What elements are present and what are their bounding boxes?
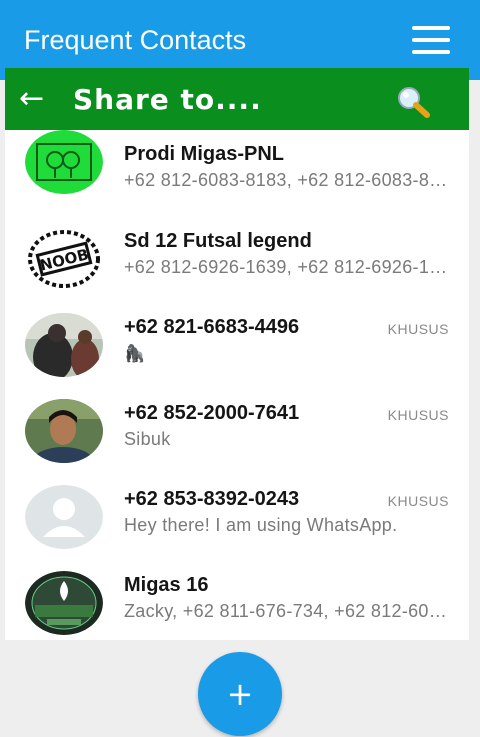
- label-badge: KHUSUS: [387, 321, 449, 337]
- contact-subtitle: +62 812-6926-1639, +62 812-6926-1639: [124, 257, 450, 277]
- share-title: Share to....: [73, 83, 262, 116]
- contact-name: +62 821-6683-4496: [124, 316, 300, 338]
- contact-subtitle: Zacky, +62 811-676-734, +62 812-6083-818…: [124, 601, 450, 621]
- contact-list: Prodi Migas-PNL +62 812-6083-8183, +62 8…: [5, 130, 469, 640]
- page-title: Frequent Contacts: [24, 25, 247, 55]
- back-arrow-icon[interactable]: ←: [19, 83, 44, 115]
- label-badge: KHUSUS: [387, 493, 449, 509]
- share-bar: ← Share to....: [5, 68, 469, 130]
- contact-name: Sd 12 Futsal legend: [124, 230, 312, 252]
- contact-name: +62 852-2000-7641: [124, 402, 300, 424]
- contact-name: Migas 16: [124, 574, 209, 596]
- contact-status: Sibuk: [124, 429, 171, 449]
- group-avatar-migas-pnl: [25, 130, 103, 194]
- contact-row[interactable]: Prodi Migas-PNL +62 812-6083-8183, +62 8…: [5, 130, 469, 216]
- group-avatar-migas-16: [25, 571, 103, 635]
- contact-subtitle: +62 812-6083-8183, +62 812-6083-8183: [124, 170, 450, 190]
- contact-row[interactable]: NOOB Sd 12 Futsal legend +62 812-6926-16…: [5, 216, 469, 302]
- label-badge: KHUSUS: [387, 407, 449, 423]
- contact-row[interactable]: Migas 16 Zacky, +62 811-676-734, +62 812…: [5, 560, 469, 640]
- contact-row[interactable]: +62 821-6683-4496 KHUSUS 🦍: [5, 302, 469, 388]
- contact-name: +62 853-8392-0243: [124, 488, 300, 510]
- add-button[interactable]: +: [198, 652, 282, 736]
- plus-icon: +: [226, 675, 254, 713]
- contact-name: Prodi Migas-PNL: [124, 143, 285, 165]
- contact-avatar-photo: [25, 313, 103, 377]
- hamburger-menu-icon[interactable]: [412, 26, 450, 54]
- group-avatar-noob: NOOB: [25, 227, 103, 291]
- contact-status: Hey there! I am using WhatsApp.: [124, 515, 398, 535]
- contact-row[interactable]: +62 852-2000-7641 KHUSUS Sibuk: [5, 388, 469, 474]
- default-avatar-icon: [25, 485, 103, 549]
- search-icon[interactable]: [393, 84, 433, 120]
- gorilla-emoji-status: 🦍: [124, 344, 146, 363]
- contact-avatar-photo: [25, 399, 103, 463]
- contact-row[interactable]: +62 853-8392-0243 KHUSUS Hey there! I am…: [5, 474, 469, 560]
